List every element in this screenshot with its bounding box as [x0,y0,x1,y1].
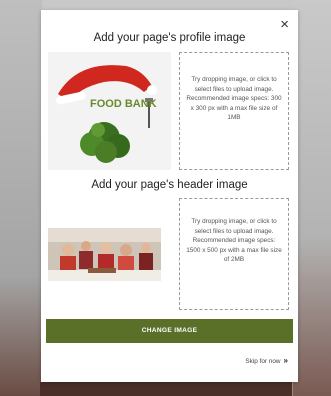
skip-for-now-link[interactable]: Skip for now» [245,356,288,365]
header-image-preview [48,228,161,281]
profile-image-title: Add your page's profile image [93,32,246,44]
background-right [293,0,331,396]
change-image-button[interactable]: CHANGE IMAGE [46,319,293,343]
image-upload-modal: × Add your page's profile image FOOD BAN… [41,10,298,382]
profile-image-preview: FOOD BANK [48,52,171,170]
group-photo-image [48,228,161,281]
profile-image-dropzone[interactable]: Try dropping image, or click to select f… [179,52,289,170]
header-image-title: Add your page's header image [91,179,248,191]
background-left [0,0,42,396]
logo-text: FOOD BANK [90,98,157,110]
food-bank-logo-image: FOOD BANK [48,52,171,170]
close-icon[interactable]: × [280,17,289,32]
skip-label: Skip for now [245,358,281,365]
header-image-dropzone[interactable]: Try dropping image, or click to select f… [179,198,289,310]
double-chevron-right-icon: » [283,356,288,365]
background-bottom [40,382,292,396]
